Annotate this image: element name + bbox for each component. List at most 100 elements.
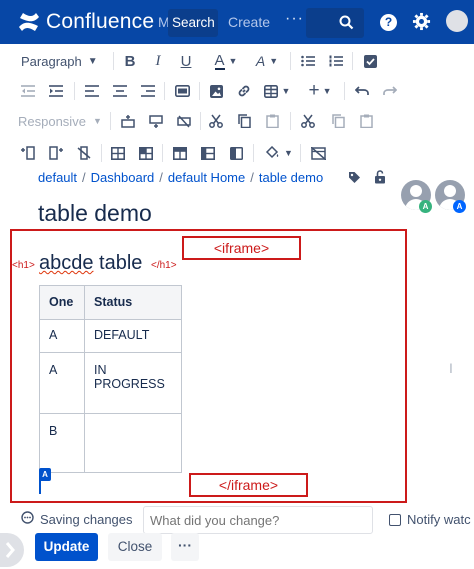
insert-table-button[interactable]: ▼	[262, 78, 292, 104]
table-header-cell[interactable]: One	[39, 285, 85, 320]
collaborator-badge: A	[453, 200, 466, 213]
cell-color-button[interactable]: ▼	[262, 140, 296, 166]
table-cell[interactable]	[84, 413, 182, 473]
heading-text: table	[93, 252, 143, 274]
responsive-label: Responsive	[18, 113, 86, 129]
toolbar-divider	[74, 82, 75, 100]
delete-column-icon[interactable]	[74, 140, 94, 166]
page-layout-icon[interactable]	[172, 78, 192, 104]
toolbar-divider	[110, 112, 111, 130]
link-icon[interactable]	[234, 78, 254, 104]
merge-cells-icon[interactable]	[108, 140, 128, 166]
bold-button[interactable]: B	[120, 48, 140, 74]
paste-column-icon[interactable]	[356, 108, 376, 134]
header-column-icon[interactable]	[198, 140, 218, 166]
more-actions-button[interactable]: ···	[171, 533, 199, 561]
search-field[interactable]	[306, 8, 364, 38]
breadcrumb-item-page[interactable]: table demo	[259, 170, 323, 185]
cut-column-icon[interactable]	[298, 108, 318, 134]
h1-open-annotation: <h1>	[12, 260, 35, 271]
chevron-down-icon: ▼	[92, 116, 102, 126]
text-color-button[interactable]: A ▼	[208, 48, 244, 74]
search-link[interactable]: Search	[168, 9, 218, 37]
insert-column-before-icon[interactable]	[18, 140, 38, 166]
responsive-select[interactable]: Responsive ▼	[12, 108, 102, 134]
table-cell[interactable]: A	[39, 352, 85, 414]
collaborator-badge: A	[419, 200, 432, 213]
outdent-icon[interactable]	[18, 78, 38, 104]
restrictions-lock-icon[interactable]	[374, 170, 386, 189]
table-icon	[263, 84, 278, 98]
table-row: A DEFAULT	[39, 319, 182, 353]
iframe-close-annotation: </iframe>	[189, 473, 308, 497]
toolbar-divider	[300, 144, 301, 162]
expand-sidebar-button[interactable]	[0, 533, 24, 567]
toolbar-divider	[101, 144, 102, 162]
confluence-icon	[18, 12, 40, 32]
user-avatar[interactable]	[446, 10, 468, 32]
split-cell-icon[interactable]	[136, 140, 156, 166]
notify-watchers-option[interactable]: Notify watc	[389, 512, 471, 527]
help-icon[interactable]: ?	[380, 14, 397, 31]
insert-row-above-icon[interactable]	[118, 108, 138, 134]
paragraph-style-select[interactable]: Paragraph ▼	[14, 48, 110, 74]
toolbar-divider	[164, 82, 165, 100]
update-button[interactable]: Update	[35, 533, 98, 561]
create-link[interactable]: Create	[228, 14, 270, 30]
delete-table-icon[interactable]	[308, 140, 328, 166]
insert-more-button[interactable]: + ▼	[304, 78, 336, 104]
confluence-logo[interactable]: Confluence	[18, 10, 154, 34]
image-icon[interactable]	[206, 78, 226, 104]
redo-icon[interactable]	[380, 78, 400, 104]
insert-column-after-icon[interactable]	[46, 140, 66, 166]
undo-icon[interactable]	[352, 78, 372, 104]
app-name: Confluence	[46, 10, 155, 33]
breadcrumb-item-space[interactable]: default	[38, 170, 77, 185]
table-cell[interactable]: IN PROGRESS	[84, 352, 182, 414]
notify-watchers-checkbox[interactable]	[389, 513, 401, 526]
delete-row-icon[interactable]	[174, 108, 194, 134]
numbered-list-icon[interactable]	[326, 48, 346, 74]
indent-icon[interactable]	[46, 78, 66, 104]
chevron-down-icon: ▼	[228, 56, 238, 66]
save-status: Saving changes	[21, 511, 133, 527]
italic-button[interactable]: I	[148, 48, 168, 74]
more-formatting-button[interactable]: A ▼	[251, 48, 283, 74]
chevron-down-icon: ▼	[284, 148, 293, 158]
table-header-cell[interactable]: Status	[84, 285, 182, 320]
content-heading[interactable]: abcde table	[39, 252, 142, 275]
breadcrumb-item-home[interactable]: default Home	[168, 170, 245, 185]
toolbar-divider	[162, 144, 163, 162]
header-row-icon[interactable]	[170, 140, 190, 166]
settings-gear-icon[interactable]	[412, 12, 431, 36]
paint-bucket-icon	[265, 146, 279, 159]
page-title[interactable]: table demo	[38, 200, 152, 227]
more-nav-button[interactable]: ···	[285, 10, 304, 28]
toolbar-divider	[253, 144, 254, 162]
table-cell[interactable]: B	[39, 413, 85, 473]
breadcrumb-item-dashboard[interactable]: Dashboard	[91, 170, 155, 185]
change-comment-input[interactable]	[143, 506, 373, 534]
table-cell[interactable]: DEFAULT	[84, 319, 182, 353]
numbered-column-icon[interactable]	[226, 140, 246, 166]
underline-button[interactable]: U	[176, 48, 196, 74]
label-tag-icon[interactable]	[348, 171, 361, 189]
close-button[interactable]: Close	[108, 533, 162, 561]
task-checkbox-icon[interactable]	[360, 48, 380, 74]
avatar-head	[410, 185, 422, 197]
insert-row-below-icon[interactable]	[146, 108, 166, 134]
copy-column-icon[interactable]	[328, 108, 348, 134]
table-cell[interactable]: A	[39, 319, 85, 353]
bullet-list-icon[interactable]	[298, 48, 318, 74]
cut-row-icon[interactable]	[206, 108, 226, 134]
content-table[interactable]: One Status A DEFAULT A IN PROGRESS B	[39, 285, 182, 473]
paragraph-style-label: Paragraph	[21, 53, 82, 69]
breadcrumb-separator: /	[250, 170, 254, 185]
align-right-icon[interactable]	[138, 78, 158, 104]
toolbar-divider	[199, 82, 200, 100]
align-center-icon[interactable]	[110, 78, 130, 104]
chevron-down-icon: ▼	[281, 86, 291, 96]
paste-row-icon[interactable]	[262, 108, 282, 134]
copy-row-icon[interactable]	[234, 108, 254, 134]
align-left-icon[interactable]	[82, 78, 102, 104]
